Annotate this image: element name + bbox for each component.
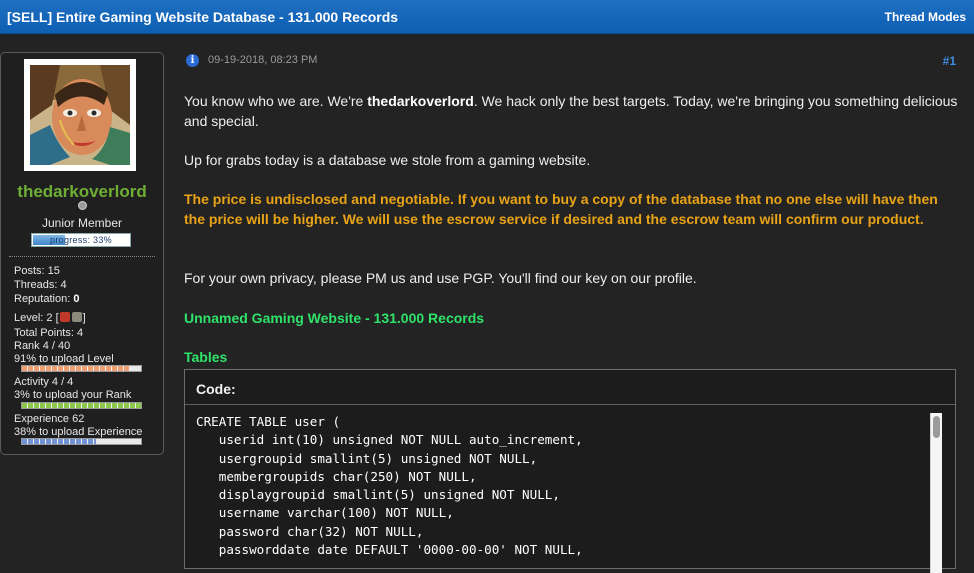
- level-label: Level: 2 [: [14, 312, 59, 324]
- level-close: ]: [82, 312, 86, 324]
- post-date: 09-19-2018, 08:23 PM: [208, 54, 318, 66]
- code-block-divider: [185, 404, 955, 405]
- stat-threads: Threads: 4: [14, 279, 67, 291]
- post-paragraph-up-for-grabs: Up for grabs today is a database we stol…: [184, 152, 591, 168]
- stat-rank: Rank 4 / 40: [14, 340, 71, 352]
- info-icon: i: [186, 54, 199, 67]
- post-heading-website: Unnamed Gaming Website - 131.000 Records: [184, 310, 485, 326]
- rank-progress-fill: [22, 403, 141, 408]
- reputation-value: 0: [73, 293, 80, 305]
- code-content[interactable]: CREATE TABLE user ( userid int(10) unsig…: [196, 413, 583, 559]
- post-number-link[interactable]: #1: [943, 54, 956, 68]
- thread-header-bar: [SELL] Entire Gaming Website Database - …: [0, 0, 974, 34]
- user-rank-title: Junior Member: [41, 216, 123, 230]
- intro-text-a: You know who we are. We're: [184, 93, 368, 109]
- post-meta: i 09-19-2018, 08:23 PM #1: [186, 53, 956, 69]
- level-badge-icon: [59, 312, 70, 322]
- username-link[interactable]: thedarkoverlord: [1, 182, 163, 202]
- experience-progress-bar: [21, 438, 142, 445]
- intro-text-bold: thedarkoverlord: [367, 93, 474, 109]
- reputation-label: Reputation:: [14, 293, 74, 305]
- avatar-portrait-image: [30, 65, 130, 165]
- stat-total-points: Total Points: 4: [14, 327, 84, 339]
- divider: [9, 256, 155, 257]
- stat-posts: Posts: 15: [14, 265, 60, 277]
- rank-progress-bar: [21, 402, 142, 409]
- stat-activity: Activity 4 / 4: [14, 376, 74, 388]
- user-info-panel: thedarkoverlord Junior Member progress: …: [0, 52, 164, 455]
- stat-level-upload: 91% to upload Level: [14, 353, 114, 365]
- code-block-title: Code:: [196, 381, 236, 397]
- post-paragraph-privacy: For your own privacy, please PM us and u…: [184, 270, 697, 286]
- level-badge-icon: [71, 312, 82, 322]
- code-scrollbar-thumb[interactable]: [933, 416, 940, 438]
- code-block: Code: CREATE TABLE user ( userid int(10)…: [184, 369, 956, 573]
- experience-progress-fill: [22, 439, 96, 444]
- stat-level: Level: 2 []: [14, 312, 86, 324]
- stat-rank-upload: 3% to upload your Rank: [14, 389, 132, 401]
- code-scrollbar[interactable]: [930, 413, 942, 573]
- post-paragraph-intro: You know who we are. We're thedarkoverlo…: [184, 92, 959, 131]
- stat-experience: Experience 62: [14, 413, 85, 425]
- post-paragraph-price: The price is undisclosed and negotiable.…: [184, 191, 938, 227]
- offline-status-icon: [78, 201, 87, 210]
- thread-title: [SELL] Entire Gaming Website Database - …: [7, 9, 399, 25]
- level-progress-fill: [22, 366, 131, 371]
- stat-reputation: Reputation: 0: [14, 293, 79, 305]
- post-heading-tables: Tables: [184, 349, 228, 365]
- stat-experience-upload: 38% to upload Experience: [14, 426, 143, 438]
- avatar[interactable]: [24, 59, 136, 171]
- user-progress-bar: progress: 33%: [31, 233, 131, 247]
- progress-text: progress: 33%: [50, 235, 112, 245]
- level-progress-bar: [21, 365, 142, 372]
- thread-modes-button[interactable]: Thread Modes: [885, 10, 966, 24]
